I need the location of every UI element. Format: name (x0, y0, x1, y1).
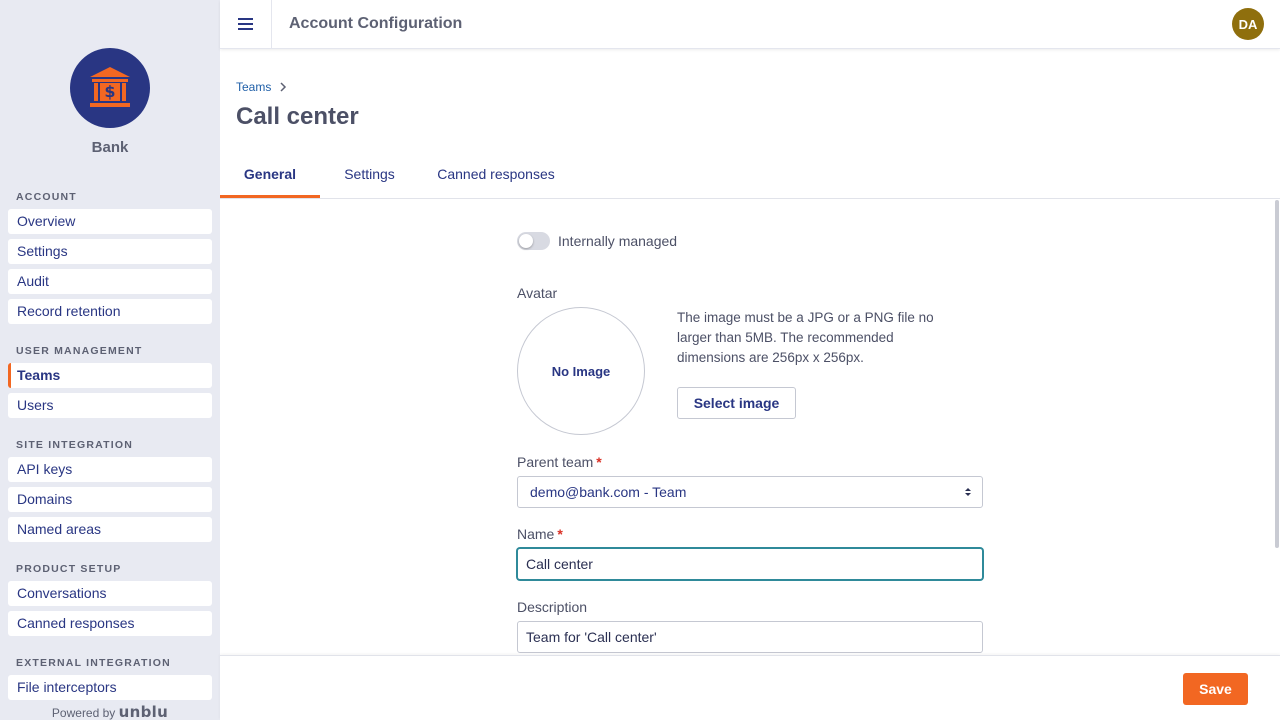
avatar-label: Avatar (517, 285, 558, 301)
description-label: Description (517, 599, 588, 615)
avatar-hint: The image must be a JPG or a PNG file no… (677, 310, 934, 365)
nav-section-user-management: USER MANAGEMENT (16, 345, 143, 357)
unblu-logo: unblu (118, 703, 169, 720)
sidebar-item-audit[interactable]: Audit (8, 269, 212, 294)
nav-section-site-integration: SITE INTEGRATION (16, 439, 134, 451)
avatar-placeholder-text: No Image (551, 363, 611, 379)
action-footer: Save (220, 655, 1280, 720)
user-avatar[interactable]: DA (1232, 8, 1264, 40)
tab-bar: General Settings Canned responses (220, 155, 1280, 199)
select-image-button[interactable]: Select image (677, 387, 796, 419)
sidebar: $ Bank ACCOUNT Overview Settings Audit R… (0, 0, 220, 720)
nav-section-external-integration: EXTERNAL INTEGRATION (16, 657, 171, 669)
sidebar-item-record-retention[interactable]: Record retention (8, 299, 212, 324)
tab-general[interactable]: General (220, 155, 320, 198)
required-marker: * (596, 454, 602, 470)
powered-by-label: Powered by (51, 706, 116, 720)
chevron-right-icon (280, 82, 287, 92)
name-label: Name * (517, 526, 563, 542)
brand-name: Bank (91, 139, 129, 156)
parent-team-label-text: Parent team (517, 454, 594, 470)
sidebar-item-api-keys[interactable]: API keys (8, 457, 212, 482)
sidebar-item-domains[interactable]: Domains (8, 487, 212, 512)
sidebar-item-settings[interactable]: Settings (8, 239, 212, 264)
hamburger-menu-button[interactable] (220, 0, 272, 48)
sidebar-item-users[interactable]: Users (8, 393, 212, 418)
parent-team-label: Parent team * (517, 454, 602, 470)
sidebar-item-named-areas[interactable]: Named areas (8, 517, 212, 542)
breadcrumb-teams-link[interactable]: Teams (236, 80, 271, 94)
tab-settings[interactable]: Settings (333, 155, 406, 198)
svg-text:$: $ (104, 82, 115, 101)
required-marker: * (557, 526, 563, 542)
save-button[interactable]: Save (1183, 673, 1248, 705)
content-scrollbar[interactable] (1275, 200, 1279, 548)
sidebar-item-teams[interactable]: Teams (8, 363, 212, 388)
page-title: Call center (236, 103, 359, 130)
top-header: Account Configuration DA (220, 0, 1280, 49)
sidebar-item-file-interceptors[interactable]: File interceptors (8, 675, 212, 700)
tab-canned-responses[interactable]: Canned responses (428, 155, 564, 198)
internally-managed-label: Internally managed (558, 233, 678, 249)
nav-section-account: ACCOUNT (16, 191, 77, 203)
name-label-text: Name (517, 526, 555, 542)
internally-managed-toggle[interactable] (517, 232, 550, 250)
toggle-knob (519, 234, 533, 248)
sidebar-item-conversations[interactable]: Conversations (8, 581, 212, 606)
nav-section-product-setup: PRODUCT SETUP (16, 563, 122, 575)
avatar-preview: No Image (517, 307, 645, 435)
sidebar-item-overview[interactable]: Overview (8, 209, 212, 234)
breadcrumb: Teams (236, 80, 287, 94)
description-input[interactable] (517, 621, 983, 653)
name-input[interactable] (517, 548, 983, 580)
parent-team-select[interactable]: demo@bank.com - Team (517, 476, 983, 508)
parent-team-value: demo@bank.com - Team (530, 484, 687, 500)
bank-icon: $ (70, 48, 150, 128)
hamburger-icon (237, 18, 253, 30)
select-arrows-icon (965, 488, 971, 496)
powered-by: Powered by unblu (0, 703, 220, 720)
sidebar-item-canned-responses[interactable]: Canned responses (8, 611, 212, 636)
app-title: Account Configuration (289, 15, 463, 32)
